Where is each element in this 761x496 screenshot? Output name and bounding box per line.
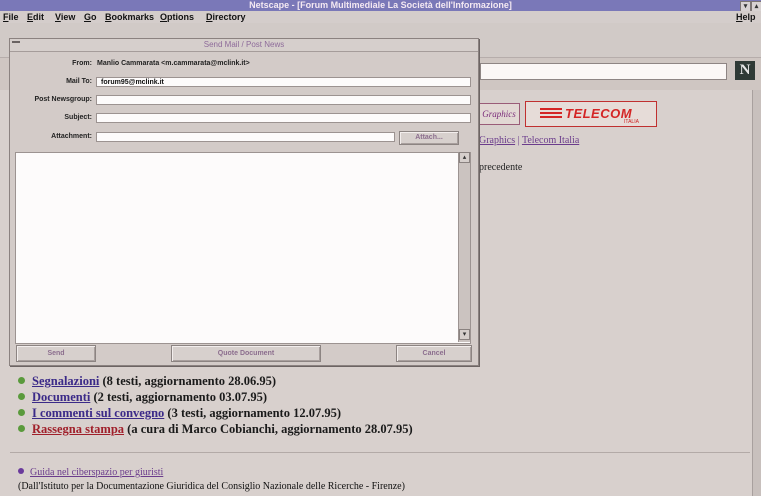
link-documenti[interactable]: Documenti (32, 390, 90, 404)
netscape-logo-icon[interactable]: N (735, 61, 755, 80)
cancel-button[interactable]: Cancel (396, 345, 472, 362)
message-body-scrollbar[interactable]: ▴ ▾ (458, 152, 470, 342)
attach-button[interactable]: Attach... (399, 131, 459, 145)
subject-field[interactable] (96, 113, 471, 123)
send-mail-dialog: Send Mail / Post News From: Manlio Camma… (9, 38, 479, 366)
menu-help[interactable]: Help (736, 11, 756, 23)
telecom-logo-subtext: ITALIA (624, 119, 639, 125)
graphics-sponsor-logo[interactable]: Graphics (478, 103, 520, 125)
footer-text: (Dall'Istituto per la Documentazione Giu… (18, 481, 405, 492)
subject-label: Subject: (64, 114, 92, 121)
telecom-logo-text: TELECOM (565, 106, 633, 121)
list-item-text: (2 testi, aggiornamento 03.07.95) (90, 390, 268, 404)
bullet-icon (18, 409, 25, 416)
attachment-label: Attachment: (51, 133, 92, 140)
menu-view[interactable]: View (55, 11, 75, 23)
from-value: Manlio Cammarata <m.cammarata@mclink.it> (97, 60, 250, 67)
dialog-title-bar: Send Mail / Post News (10, 39, 478, 52)
list-item: Segnalazioni (8 testi, aggiornamento 28.… (18, 374, 413, 390)
menu-bar: File Edit View Go Bookmarks Options Dire… (0, 11, 761, 23)
sponsor-links: Graphics | Telecom Italia (479, 135, 579, 146)
list-item-text: (a cura di Marco Cobianchi, aggiornament… (124, 422, 413, 436)
page-scrollbar[interactable] (752, 90, 761, 496)
bullet-icon (18, 425, 25, 432)
telecom-mark-icon (540, 108, 562, 120)
bullet-icon (18, 393, 25, 400)
menu-options[interactable]: Options (160, 11, 194, 23)
scroll-down-arrow-icon[interactable]: ▾ (459, 329, 470, 340)
menu-go[interactable]: Go (84, 11, 97, 23)
menu-file[interactable]: File (3, 11, 19, 23)
link-segnalazioni[interactable]: Segnalazioni (32, 374, 99, 388)
list-item-text: (8 testi, aggiornamento 28.06.95) (99, 374, 277, 388)
link-telecom-italia[interactable]: Telecom Italia (522, 135, 579, 146)
telecom-logo[interactable]: TELECOM ITALIA (525, 101, 657, 127)
newsgroup-field[interactable] (96, 95, 471, 105)
scroll-up-arrow-icon[interactable]: ▴ (459, 152, 470, 163)
document-list: Segnalazioni (8 testi, aggiornamento 28.… (18, 374, 413, 438)
guide-link-row: Guida nel ciberspazio per giuristi (18, 467, 163, 478)
location-input[interactable] (480, 63, 727, 80)
link-commenti-convegno[interactable]: I commenti sul convegno (32, 406, 164, 420)
bullet-icon (18, 468, 24, 474)
divider (10, 452, 750, 453)
menu-directory[interactable]: Directory (206, 11, 246, 23)
quote-document-button[interactable]: Quote Document (171, 345, 321, 362)
list-item: Documenti (2 testi, aggiornamento 03.07.… (18, 390, 413, 406)
mailto-label: Mail To: (66, 78, 92, 85)
list-item: Rassegna stampa (a cura di Marco Cobianc… (18, 422, 413, 438)
bullet-icon (18, 377, 25, 384)
attachment-field[interactable] (96, 132, 395, 142)
window-title-bar: Netscape - [Forum Multimediale La Societ… (0, 0, 761, 12)
link-graphics[interactable]: Graphics (479, 135, 515, 146)
from-label: From: (72, 60, 92, 67)
dialog-title: Send Mail / Post News (203, 40, 285, 49)
link-guida-ciberspazio[interactable]: Guida nel ciberspazio per giuristi (30, 467, 163, 478)
message-body-textarea[interactable] (15, 152, 471, 344)
previous-text: precedente (479, 162, 523, 173)
newsgroup-label: Post Newsgroup: (34, 96, 92, 103)
menu-edit[interactable]: Edit (27, 11, 44, 23)
links-separator: | (515, 135, 522, 146)
system-menu-icon[interactable] (12, 41, 20, 50)
mailto-field[interactable]: forum95@mclink.it (96, 77, 471, 87)
window-title: Netscape - [Forum Multimediale La Societ… (249, 0, 512, 10)
list-item-text: (3 testi, aggiornamento 12.07.95) (164, 406, 342, 420)
link-rassegna-stampa[interactable]: Rassegna stampa (32, 422, 124, 436)
send-button[interactable]: Send (16, 345, 96, 362)
list-item: I commenti sul convegno (3 testi, aggior… (18, 406, 413, 422)
menu-bookmarks[interactable]: Bookmarks (105, 11, 154, 23)
